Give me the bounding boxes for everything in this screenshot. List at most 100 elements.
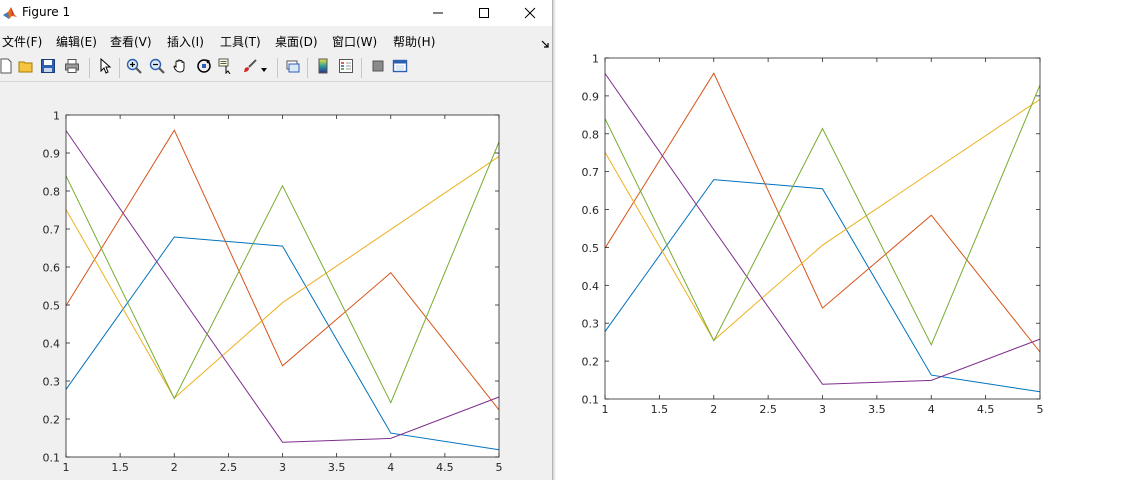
toolbar-separator — [361, 58, 362, 78]
close-icon — [524, 4, 536, 23]
x-tick-label: 2.5 — [759, 403, 777, 416]
print-icon — [64, 58, 80, 78]
legend-icon — [338, 58, 354, 78]
y-tick-label: 0.2 — [582, 356, 600, 369]
x-tick-label: 2.5 — [220, 461, 238, 474]
y-tick-label: 0.6 — [43, 262, 61, 275]
rotate-3d-icon — [196, 58, 212, 78]
y-tick-label: 0.4 — [582, 280, 600, 293]
brush-dropdown[interactable] — [258, 58, 270, 78]
y-tick-label: 0.7 — [43, 224, 61, 237]
x-tick-label: 1 — [602, 403, 609, 416]
y-tick-label: 0.3 — [582, 318, 600, 331]
chevron-down-icon — [260, 59, 268, 78]
y-tick-label: 0.7 — [582, 166, 600, 179]
data-cursor-button[interactable] — [216, 58, 236, 78]
plot-area — [66, 115, 499, 457]
hide-plot-tools-button[interactable] — [368, 58, 388, 78]
minimize-button[interactable] — [415, 0, 461, 26]
x-tick-label: 1.5 — [651, 403, 669, 416]
x-tick-label: 3.5 — [868, 403, 886, 416]
minimize-icon — [432, 4, 444, 23]
plot-area — [605, 58, 1040, 399]
show-plot-tools-icon — [392, 58, 408, 78]
menu-bar: 文件(F) 编辑(E) 查看(V) 插入(I) 工具(T) 桌面(D) 窗口(W… — [0, 28, 552, 52]
y-tick-label: 0.1 — [582, 394, 600, 407]
figure-toolbar — [0, 54, 552, 82]
link-plot-icon — [285, 58, 301, 78]
x-tick-label: 4.5 — [436, 461, 454, 474]
legend-button[interactable] — [336, 58, 356, 78]
maximize-button[interactable] — [461, 0, 507, 26]
y-tick-label: 1 — [53, 110, 60, 123]
new-figure-button[interactable] — [0, 58, 16, 78]
y-tick-label: 0.9 — [582, 90, 600, 103]
pan-button[interactable] — [170, 58, 190, 78]
x-tick-label: 5 — [496, 461, 503, 474]
pan-hand-icon — [172, 58, 188, 78]
y-tick-label: 1 — [592, 53, 599, 66]
maximize-icon — [478, 4, 490, 23]
colorbar-button[interactable] — [313, 58, 333, 78]
x-tick-label: 3 — [279, 461, 286, 474]
toolbar-separator — [89, 58, 90, 78]
rotate-3d-button[interactable] — [194, 58, 214, 78]
save-icon — [40, 58, 56, 78]
open-file-button[interactable] — [16, 58, 36, 78]
x-tick-label: 3 — [819, 403, 826, 416]
exported-plot: 1 1.5 2 2.5 3 3.5 4 4.5 5 0.1 0.2 0.3 0.4 0.5 0.6 0.7 0.… — [582, 53, 1044, 417]
figure-canvas[interactable]: 1 1.5 2 2.5 3 3.5 4 4.5 5 0.1 0.2 0.3 0.4 0.5 0.6 0.7 0.… — [0, 83, 553, 480]
zoom-out-icon — [149, 58, 165, 78]
menu-desktop[interactable]: 桌面(D) — [275, 33, 318, 50]
x-tick-label: 1.5 — [111, 461, 129, 474]
y-tick-label: 0.4 — [43, 338, 61, 351]
close-button[interactable] — [507, 0, 552, 26]
title-bar[interactable]: Figure 1 — [0, 0, 552, 26]
x-tick-label: 2 — [171, 461, 178, 474]
y-tick-label: 0.5 — [582, 242, 600, 255]
matlab-logo-icon — [2, 5, 18, 21]
zoom-in-button[interactable] — [124, 58, 144, 78]
new-figure-icon — [0, 58, 14, 78]
pointer-icon — [97, 57, 113, 78]
show-plot-tools-button[interactable] — [390, 58, 410, 78]
y-tick-label: 0.8 — [43, 186, 61, 199]
x-tick-label: 3.5 — [328, 461, 346, 474]
figure-window: Figure 1 文件(F) 编辑(E) 查看(V) 插入(I) 工具(T) 桌… — [0, 0, 553, 480]
window-title: Figure 1 — [22, 5, 71, 19]
menu-file[interactable]: 文件(F) — [2, 33, 42, 50]
zoom-out-button[interactable] — [147, 58, 167, 78]
x-tick-label: 2 — [710, 403, 717, 416]
menu-window[interactable]: 窗口(W) — [332, 33, 377, 50]
dock-arrow-icon[interactable] — [540, 34, 550, 48]
brush-button[interactable] — [240, 58, 260, 78]
x-tick-label: 4.5 — [977, 403, 995, 416]
zoom-in-icon — [126, 58, 142, 78]
y-tick-label: 0.1 — [43, 452, 61, 465]
y-tick-label: 0.6 — [582, 204, 600, 217]
x-tick-label: 5 — [1037, 403, 1044, 416]
y-tick-label: 0.3 — [43, 376, 61, 389]
menu-insert[interactable]: 插入(I) — [167, 33, 204, 50]
y-tick-label: 0.2 — [43, 414, 61, 427]
menu-view[interactable]: 查看(V) — [110, 33, 152, 50]
x-tick-label: 4 — [387, 461, 394, 474]
menu-help[interactable]: 帮助(H) — [393, 33, 435, 50]
y-tick-label: 0.5 — [43, 300, 61, 313]
toolbar-separator — [307, 58, 308, 78]
figure-plot[interactable]: 1 1.5 2 2.5 3 3.5 4 4.5 5 0.1 0.2 0.3 0.4 0.5 0.6 0.7 0.… — [0, 83, 553, 480]
menu-edit[interactable]: 编辑(E) — [56, 33, 97, 50]
y-tick-label: 0.8 — [582, 128, 600, 141]
x-tick-label: 1 — [63, 461, 70, 474]
save-button[interactable] — [38, 58, 58, 78]
print-button[interactable] — [62, 58, 82, 78]
pointer-button[interactable] — [95, 57, 115, 78]
hide-plot-tools-icon — [370, 58, 386, 78]
x-tick-label: 4 — [928, 403, 935, 416]
toolbar-separator — [277, 58, 278, 78]
link-plot-button[interactable] — [283, 58, 303, 78]
open-file-icon — [18, 58, 34, 78]
menu-tools[interactable]: 工具(T) — [220, 33, 261, 50]
brush-icon — [242, 58, 258, 78]
data-cursor-icon — [218, 58, 234, 78]
